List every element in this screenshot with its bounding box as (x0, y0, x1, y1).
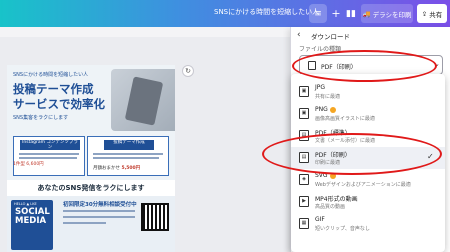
premium-badge-icon (329, 172, 336, 179)
option-desc: 共有に最適 (315, 94, 341, 100)
plan-box-left: Instagram コンテンツプラン (13, 136, 85, 176)
option-name: PDF（標準） (315, 130, 351, 137)
menu-icon[interactable]: ≡ (309, 4, 327, 23)
footer-text-lines (63, 210, 135, 228)
option-name: GIF (315, 216, 325, 223)
option-desc: 画像高画質イラストに最適 (315, 116, 375, 122)
flyer-footer: HELLO ▲ LKE SOCIAL MEDIA 初回限定30分無料相談受付中 (7, 196, 175, 252)
option-desc: Webデザインおよびアニメーションに最適 (315, 182, 411, 188)
file-type-option-pdf-print[interactable]: ▤ PDF（印刷） 印刷に最適 ✓ (291, 147, 445, 169)
share-icon: ⇪ (421, 9, 428, 18)
file-type-dropdown: ▣ JPG 共有に最適 ▣ PNG 画像高画質イラストに最適 ▤ PDF（標準）… (291, 74, 445, 252)
check-icon: ✓ (427, 152, 434, 161)
option-name: JPG (315, 84, 326, 91)
price-right-prefix: 月額おまかせ (93, 166, 120, 171)
top-toolbar: SNSにかける時間を短縮したい人 ≡ + ▮▮ 🚚 デラシを印刷 ⇪ 共有 (0, 0, 450, 27)
qr-code (141, 203, 169, 231)
file-type-selected-value: PDF（印刷） (321, 64, 357, 71)
file-type-option-pdf-standard[interactable]: ▤ PDF（標準） 文書（メール添付）に最適 (291, 125, 445, 147)
flyer-page[interactable]: SNSにかける時間を短縮したい人 投稿テーマ作成 サービスで効率化 SNS集客を… (7, 65, 175, 252)
add-icon[interactable]: + (330, 4, 342, 23)
option-name: SVG (315, 172, 336, 179)
flyer-heading-1: 投稿テーマ作成 (13, 82, 94, 96)
pdf-file-icon: ▤ (299, 152, 309, 163)
panel-title: ダウンロード (311, 33, 350, 41)
phone-photo (111, 69, 175, 131)
file-type-option-mp4[interactable]: ▶ MP4形式の動画 高品質の動画 (291, 191, 445, 213)
canvas-toolbar-strip (0, 27, 290, 37)
file-type-option-png[interactable]: ▣ PNG 画像高画質イラストに最適 (291, 103, 445, 125)
plan-left-title: Instagram コンテンツプラン (20, 140, 80, 150)
file-type-label: ファイルの種類 (299, 46, 342, 53)
price-right-value: 5,500円 (121, 166, 141, 171)
option-name: PDF（印刷） (315, 152, 351, 159)
social-small-text: HELLO ▲ LKE (14, 202, 37, 206)
flyer-tagline: SNS集客をラクにします (13, 115, 69, 121)
option-desc: 文書（メール添付）に最適 (315, 138, 376, 144)
video-icon: ▶ (299, 196, 309, 207)
share-button[interactable]: ⇪ 共有 (417, 4, 447, 23)
file-type-option-jpg[interactable]: ▣ JPG 共有に最適 (291, 81, 445, 103)
refresh-icon[interactable]: ↻ (182, 65, 194, 77)
png-image-icon: ▣ (299, 108, 309, 119)
option-desc: 短いクリップ、音声なし (315, 226, 370, 232)
flyer-heading-2: サービスで効率化 (13, 97, 105, 111)
back-chevron-icon[interactable]: ‹ (297, 30, 301, 40)
svg-vector-icon: ◈ (299, 174, 309, 185)
pdf-file-icon: ▤ (299, 130, 309, 141)
price-right: 月額おまかせ 5,500円 (93, 165, 140, 171)
price-left: 1件型 6,600円 (13, 162, 44, 167)
flyer-subtitle: SNSにかける時間を短縮したい人 (13, 72, 89, 78)
file-type-select[interactable]: PDF（印刷） ⌄ (299, 55, 443, 75)
option-desc: 高品質の動画 (315, 204, 346, 210)
print-flyer-label: デラシを印刷 (372, 10, 412, 19)
print-flyer-button[interactable]: 🚚 デラシを印刷 (361, 4, 413, 23)
consult-text: 初回限定30分無料相談受付中 (63, 202, 137, 208)
premium-badge-icon (329, 106, 336, 113)
file-type-option-gif[interactable]: ▦ GIF 短いクリップ、音声なし (291, 213, 445, 235)
panel-header: ‹ ダウンロード (291, 27, 450, 43)
file-type-option-svg[interactable]: ◈ SVG Webデザインおよびアニメーションに最適 (291, 169, 445, 191)
document-title[interactable]: SNSにかける時間を短縮したい人 (214, 7, 319, 17)
social-big-text-2: MEDIA (15, 216, 47, 226)
flyer-banner: あなたのSNS発信をラクにします (37, 184, 145, 192)
truck-icon: 🚚 (362, 9, 371, 18)
gif-icon: ▦ (299, 218, 309, 229)
insights-icon[interactable]: ▮▮ (345, 4, 357, 23)
plan-right-title: 投稿テーマ作成 (104, 140, 154, 150)
share-label: 共有 (429, 10, 443, 19)
option-name: PNG (315, 106, 336, 113)
jpg-image-icon: ▣ (299, 86, 309, 97)
option-name: MP4形式の動画 (315, 196, 358, 203)
social-media-image: HELLO ▲ LKE SOCIAL MEDIA (11, 200, 53, 250)
pdf-file-icon (308, 61, 316, 70)
option-desc: 印刷に最適 (315, 160, 341, 166)
chevron-down-icon: ⌄ (434, 60, 440, 68)
flyer-header: SNSにかける時間を短縮したい人 投稿テーマ作成 サービスで効率化 SNS集客を… (7, 65, 175, 180)
